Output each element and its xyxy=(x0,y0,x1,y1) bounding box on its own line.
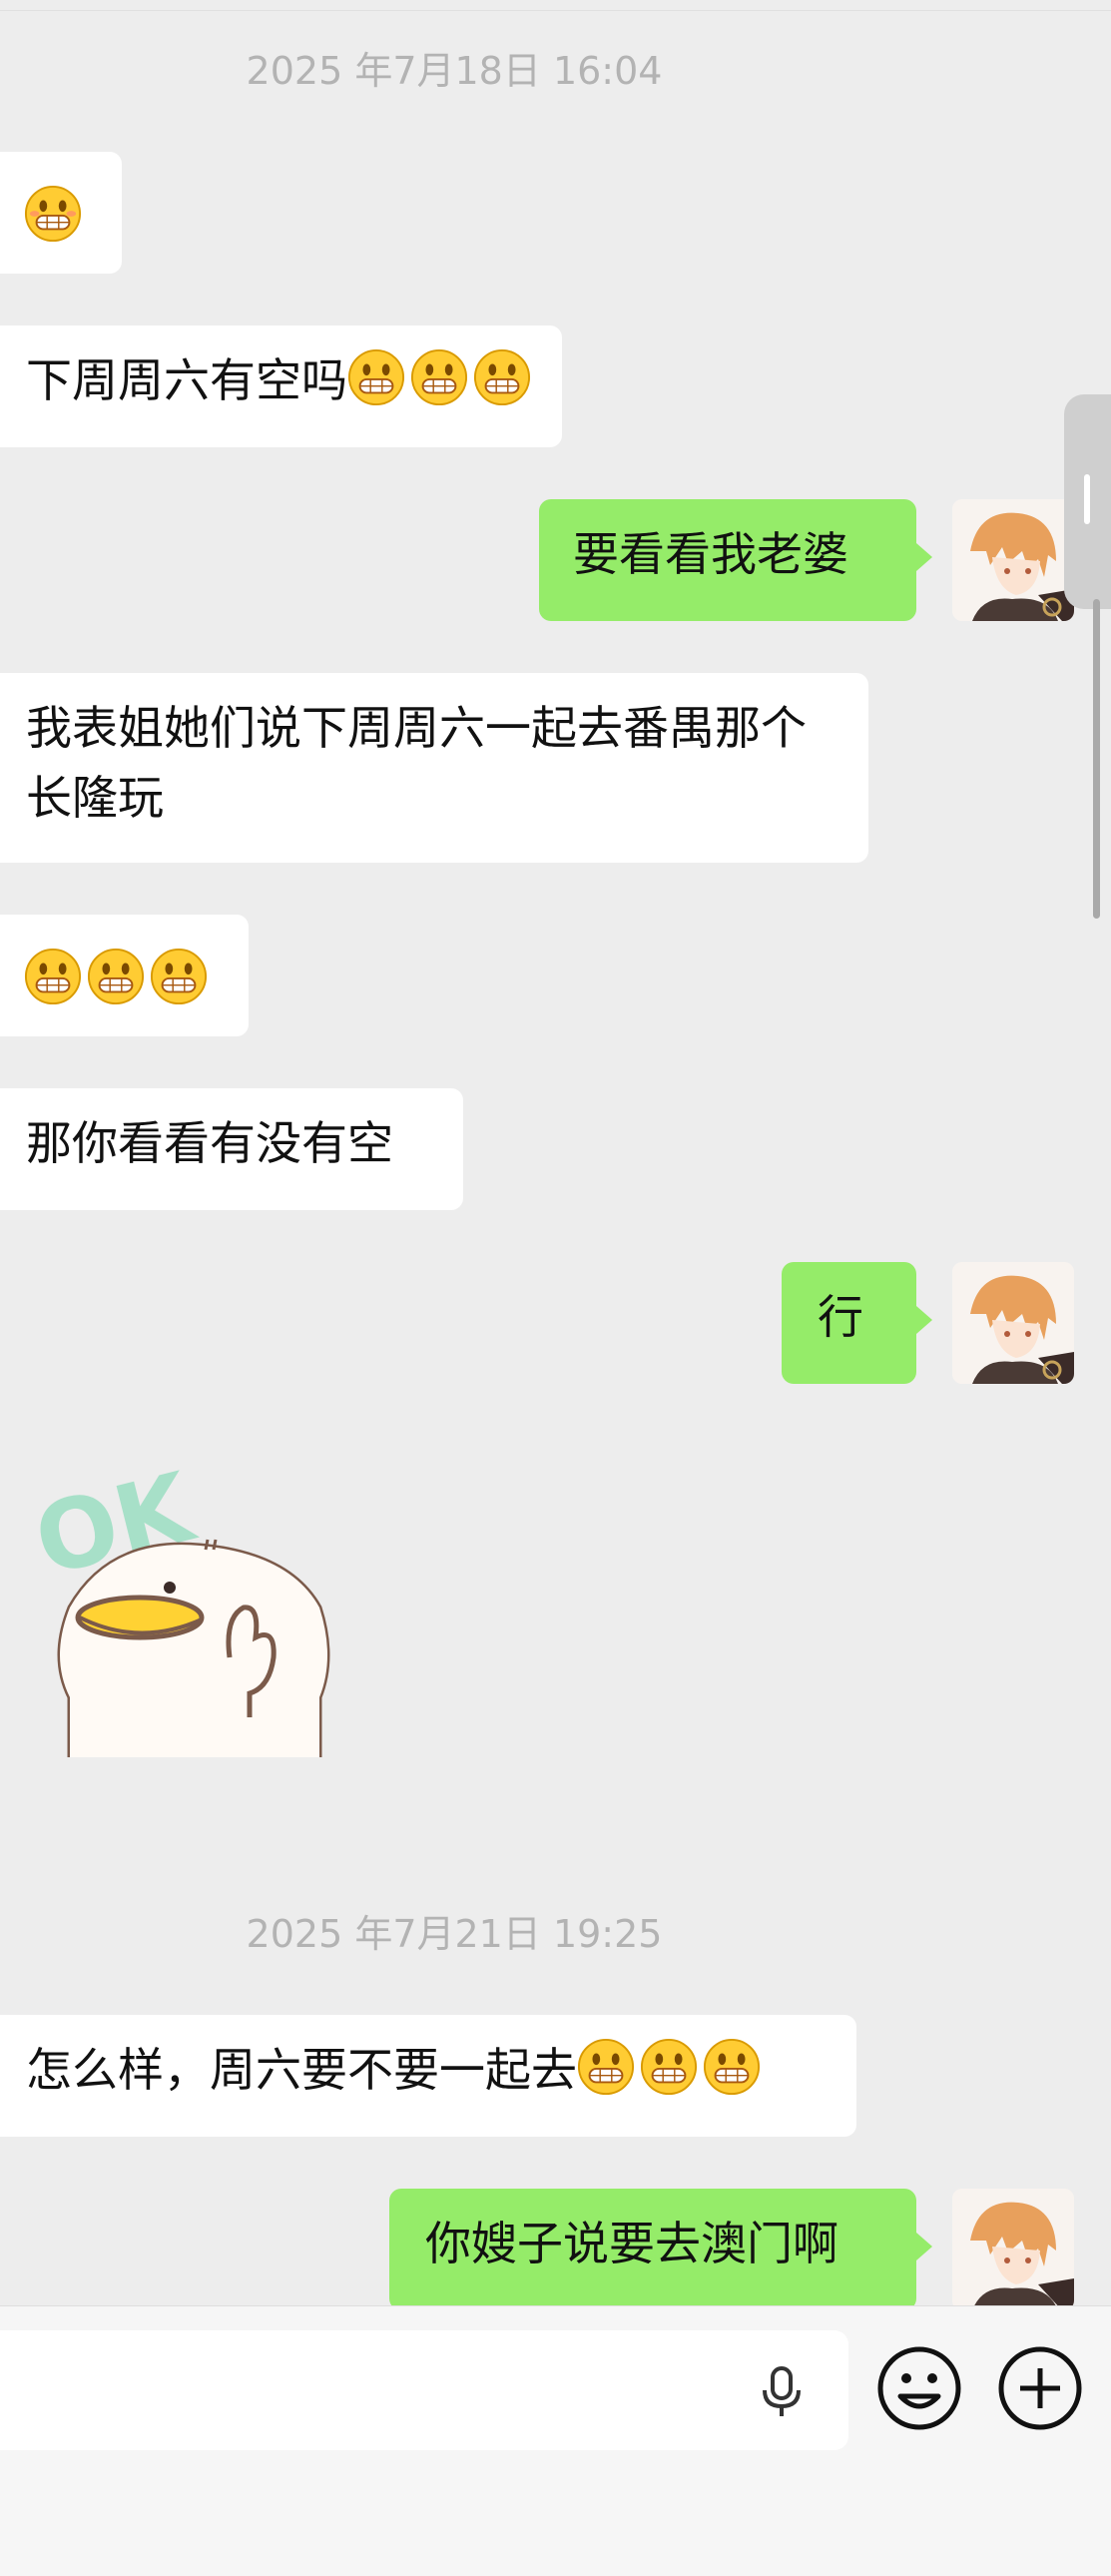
received-message-bubble[interactable] xyxy=(0,152,122,274)
received-message-bubble[interactable] xyxy=(0,915,249,1036)
grinning-face-emoji xyxy=(347,348,405,406)
grinning-face-emoji xyxy=(703,2038,761,2096)
received-message-bubble[interactable]: 那你看看有没有空 xyxy=(0,1088,463,1210)
message-text: 要看看我老婆 xyxy=(573,527,848,581)
ok-duck-sticker[interactable]: OK xyxy=(24,1451,349,1767)
grinning-face-emoji xyxy=(410,348,468,406)
scroll-grip xyxy=(1084,474,1090,524)
message-text: 那你看看有没有空 xyxy=(26,1116,393,1170)
message-input[interactable] xyxy=(0,2330,848,2450)
duck-sticker-image: OK xyxy=(24,1451,330,1757)
grinning-face-emoji xyxy=(87,948,145,1005)
message-timestamp: 2025 年7月21日 19:25 xyxy=(246,1912,663,1956)
input-bar xyxy=(0,2305,1111,2576)
avatar-image xyxy=(952,2189,1074,2305)
grinning-face-emoji xyxy=(24,185,82,243)
sent-message-bubble[interactable]: 行 xyxy=(782,1262,932,1384)
message-text: 下周周六有空吗 xyxy=(26,353,347,407)
received-message-bubble[interactable]: 怎么样，周六要不要一起去 xyxy=(0,2015,856,2137)
grinning-face-emoji xyxy=(24,948,82,1005)
avatar-image xyxy=(952,1262,1074,1384)
sent-message-bubble[interactable]: 要看看我老婆 xyxy=(539,499,932,621)
message-text: 你嫂子说要去澳门啊 xyxy=(425,2217,838,2270)
mic-icon[interactable] xyxy=(754,2362,810,2418)
fast-scroll-handle[interactable] xyxy=(1064,394,1111,609)
smiley-icon[interactable] xyxy=(875,2344,963,2432)
avatar-image xyxy=(952,499,1074,621)
message-text: 我表姐她们说下周周六一起去番禺那个长隆玩 xyxy=(26,701,807,825)
grinning-face-emoji xyxy=(473,348,531,406)
message-text: 怎么样，周六要不要一起去 xyxy=(26,2043,577,2097)
received-message-bubble[interactable]: 下周周六有空吗 xyxy=(0,325,562,447)
top-divider xyxy=(0,0,1111,11)
user-avatar[interactable] xyxy=(952,499,1074,621)
grinning-face-emoji xyxy=(150,948,208,1005)
chat-message-list[interactable]: 2025 年7月18日 16:04 下周周六有空吗 要看看我老婆 我表姐她们说下… xyxy=(0,0,1111,2305)
scrollbar[interactable] xyxy=(1093,599,1100,919)
message-text: 行 xyxy=(818,1290,863,1344)
user-avatar[interactable] xyxy=(952,2189,1074,2305)
message-timestamp: 2025 年7月18日 16:04 xyxy=(246,49,663,93)
user-avatar[interactable] xyxy=(952,1262,1074,1384)
received-message-bubble[interactable]: 我表姐她们说下周周六一起去番禺那个长隆玩 xyxy=(0,673,868,863)
plus-icon[interactable] xyxy=(996,2344,1084,2432)
grinning-face-emoji xyxy=(577,2038,635,2096)
grinning-face-emoji xyxy=(640,2038,698,2096)
sent-message-bubble[interactable]: 你嫂子说要去澳门啊 xyxy=(389,2189,932,2305)
